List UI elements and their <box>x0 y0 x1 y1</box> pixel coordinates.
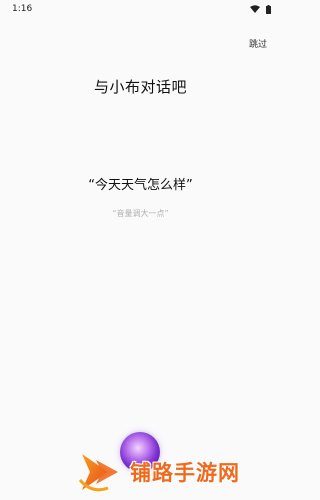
status-time: 1:16 <box>12 4 33 14</box>
example-hint: “音量调大一点” <box>112 209 169 218</box>
status-bar: 1:16 <box>0 0 281 18</box>
watermark-text: 铺路手游网 <box>130 461 240 485</box>
status-icons <box>250 4 271 14</box>
watermark: 铺路手游网 <box>78 450 240 494</box>
battery-icon <box>266 4 271 14</box>
page-title: 与小布对话吧 <box>93 78 187 96</box>
wifi-icon <box>250 5 260 13</box>
example-prompt: “今天天气怎么样” <box>88 178 193 193</box>
watermark-logo-icon <box>78 450 124 494</box>
skip-button[interactable]: 跳过 <box>249 37 267 50</box>
